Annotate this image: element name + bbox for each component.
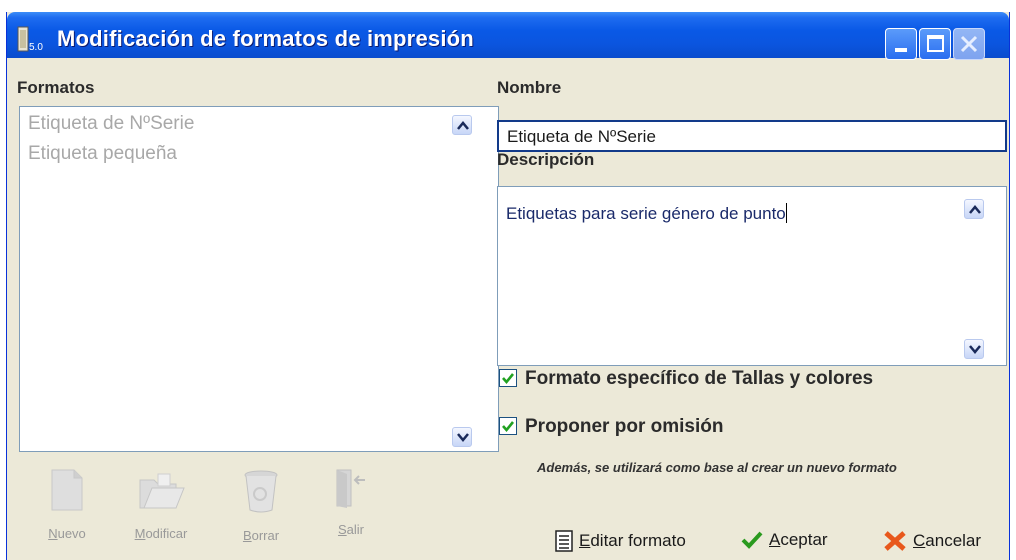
chevron-up-icon — [457, 121, 469, 130]
scroll-down-button[interactable] — [964, 339, 984, 359]
omision-label: Proponer por omisión — [525, 416, 724, 437]
cancelar-button[interactable]: Cancelar — [883, 530, 981, 552]
chevron-up-icon — [969, 205, 981, 214]
maximize-icon — [927, 35, 944, 52]
checkmark-icon — [741, 531, 763, 549]
omision-note: Además, se utilizará como base al crear … — [537, 460, 897, 475]
borrar-button[interactable]: Borrar — [221, 468, 301, 543]
chevron-down-icon — [969, 345, 981, 354]
app-version-icon: 5.0 — [17, 26, 43, 52]
text-caret — [785, 203, 787, 223]
tallas-checkbox[interactable] — [499, 369, 517, 387]
document-list-icon — [555, 530, 573, 552]
cancelar-label: Cancelar — [913, 531, 982, 550]
descripcion-text: Etiquetas para serie género de punto — [506, 204, 786, 223]
scroll-up-button[interactable] — [452, 115, 472, 135]
nombre-label: Nombre — [497, 78, 562, 97]
list-item[interactable]: Etiqueta de NºSerie — [28, 113, 194, 135]
close-button[interactable] — [953, 28, 985, 60]
omision-checkbox[interactable] — [499, 417, 517, 435]
descripcion-textarea[interactable]: Etiquetas para serie género de punto — [497, 186, 1007, 366]
checkmark-icon — [502, 421, 515, 433]
chevron-down-icon — [457, 433, 469, 442]
aceptar-label: Aceptar — [769, 530, 828, 549]
editar-formato-button[interactable]: Editar formato — [555, 530, 686, 552]
formatos-label: Formatos — [17, 78, 95, 97]
exit-door-icon — [336, 469, 365, 508]
descripcion-label: Descripción — [497, 150, 595, 169]
checkmark-icon — [502, 373, 515, 385]
minimize-icon — [895, 48, 907, 52]
svg-text:5.0: 5.0 — [29, 42, 43, 52]
list-item[interactable]: Etiqueta pequeña — [28, 143, 177, 165]
aceptar-button[interactable]: Aceptar — [741, 530, 828, 550]
formatos-list[interactable]: Etiqueta de NºSerie Etiqueta pequeña — [19, 106, 499, 452]
omision-checkbox-row[interactable]: Proponer por omisión — [499, 416, 723, 438]
new-document-icon — [51, 469, 83, 511]
close-icon — [960, 35, 978, 53]
dialog-window: 5.0 Modificación de formatos de impresió… — [6, 12, 1010, 560]
scroll-up-button[interactable] — [964, 199, 984, 219]
nuevo-button[interactable]: Nuevo — [27, 468, 107, 541]
title-bar[interactable]: 5.0 Modificación de formatos de impresió… — [7, 12, 1009, 60]
cancel-x-icon — [884, 531, 906, 551]
nombre-input[interactable]: Etiqueta de NºSerie — [497, 120, 1007, 152]
scroll-down-button[interactable] — [452, 427, 472, 447]
tallas-label: Formato específico de Tallas y colores — [525, 368, 874, 389]
minimize-button[interactable] — [885, 28, 917, 60]
window-title: Modificación de formatos de impresión — [57, 26, 474, 51]
salir-button[interactable]: Salir — [311, 468, 391, 537]
open-folder-icon — [139, 473, 185, 509]
editar-formato-label: Editar formato — [579, 531, 686, 550]
modificar-button[interactable]: Modificar — [121, 468, 201, 541]
tallas-checkbox-row[interactable]: Formato específico de Tallas y colores — [499, 368, 873, 390]
maximize-button[interactable] — [919, 28, 951, 60]
trash-icon — [244, 470, 278, 513]
